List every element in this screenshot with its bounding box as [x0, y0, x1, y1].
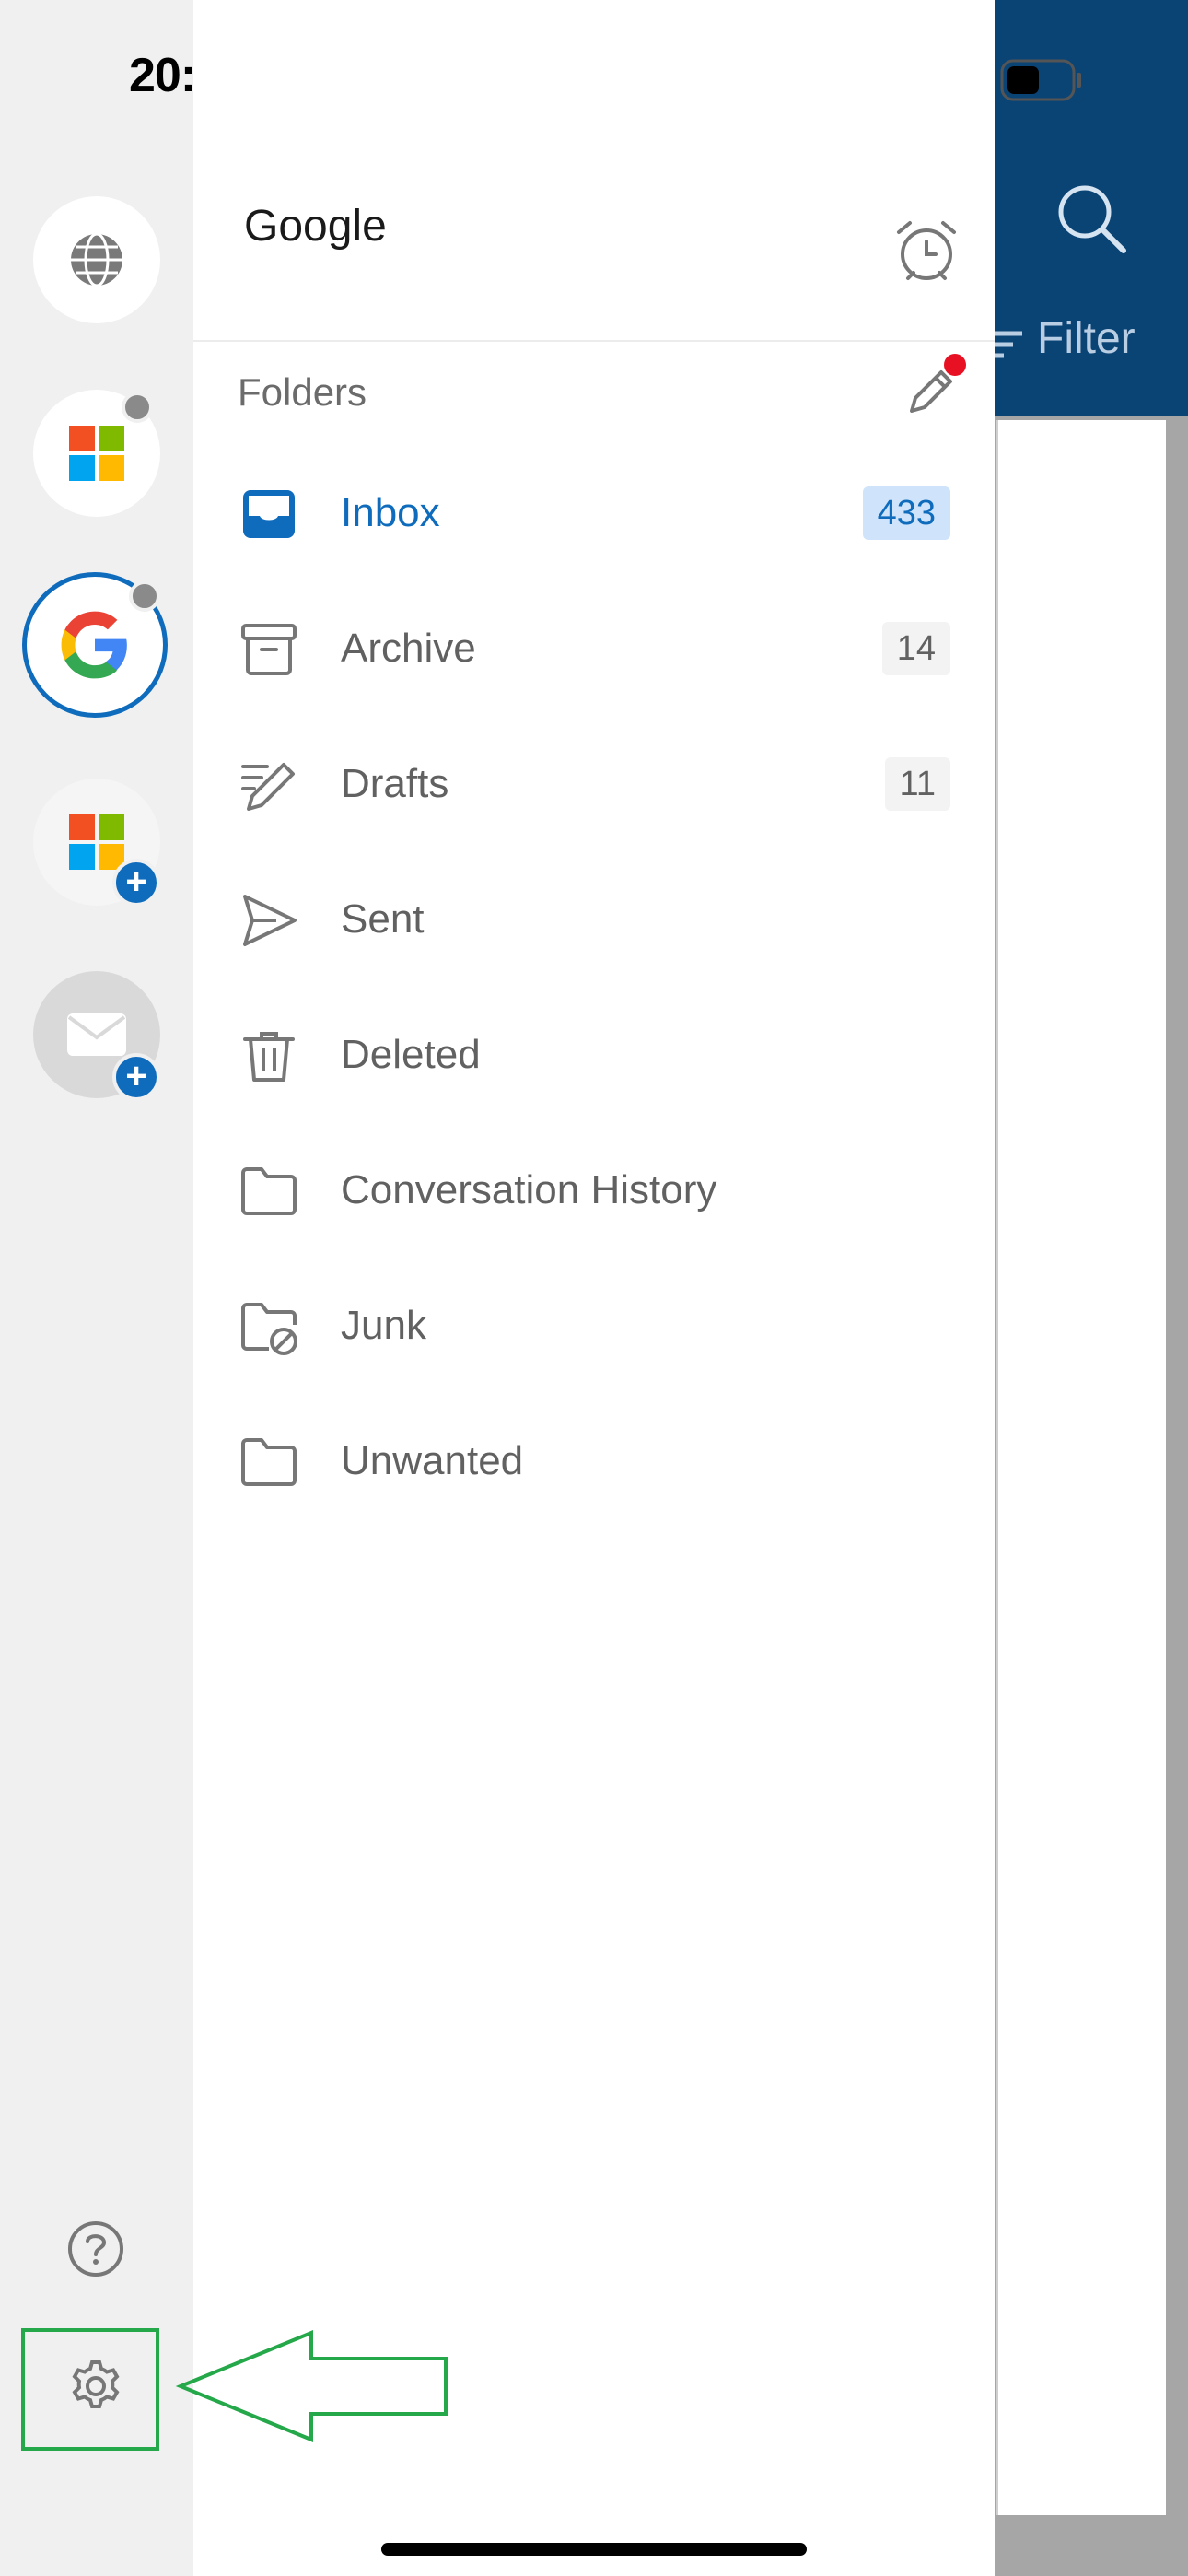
- filter-button[interactable]: Filter: [1037, 313, 1136, 364]
- google-logo: [61, 611, 127, 679]
- search-icon[interactable]: [1057, 184, 1127, 254]
- unread-dot: [129, 580, 160, 612]
- highlight-box: [21, 2328, 159, 2451]
- inbox-icon: [243, 490, 295, 538]
- add-badge: +: [112, 1053, 160, 1101]
- notification-dot: [944, 354, 966, 376]
- all-accounts-button[interactable]: [33, 196, 160, 323]
- account-name: Google: [244, 202, 387, 251]
- microsoft-logo: [69, 426, 124, 481]
- annotation-arrow: [175, 2330, 448, 2442]
- microsoft-logo: [69, 814, 124, 870]
- folders-section-label: Folders: [238, 370, 367, 414]
- mail-list: [996, 420, 1166, 2515]
- home-indicator[interactable]: [381, 2543, 807, 2556]
- unread-count: 11: [884, 757, 950, 811]
- folder-label: Junk: [341, 1303, 426, 1348]
- mail-list-background: Filter: [995, 0, 1188, 2576]
- sent-icon: [243, 895, 297, 946]
- folder-label: Deleted: [341, 1032, 481, 1077]
- folder-archive[interactable]: Archive 14: [193, 585, 995, 714]
- folder-icon: [241, 1438, 297, 1486]
- folder-label: Archive: [341, 626, 476, 671]
- help-icon[interactable]: [66, 2219, 125, 2278]
- folder-junk[interactable]: Junk: [193, 1262, 995, 1391]
- folder-unwanted[interactable]: Unwanted: [193, 1398, 995, 1527]
- folder-label: Conversation History: [341, 1167, 717, 1212]
- alarm-clock-icon[interactable]: [891, 216, 961, 286]
- add-badge: +: [112, 859, 160, 907]
- folder-drafts[interactable]: Drafts 11: [193, 720, 995, 849]
- junk-folder-icon: [241, 1303, 297, 1355]
- folder-label: Inbox: [341, 490, 440, 535]
- folder-icon: [241, 1167, 297, 1215]
- folder-conversation-history[interactable]: Conversation History: [193, 1127, 995, 1256]
- folder-sent[interactable]: Sent: [193, 856, 995, 985]
- folder-inbox[interactable]: Inbox 433: [193, 450, 995, 579]
- battery-icon: [1000, 59, 1081, 101]
- mail-icon: [67, 1013, 126, 1056]
- folder-label: Drafts: [341, 761, 449, 806]
- unread-count: 433: [862, 486, 950, 540]
- header-divider: [193, 340, 995, 342]
- trash-icon: [243, 1032, 295, 1082]
- folder-label: Unwanted: [341, 1438, 524, 1483]
- unread-dot: [122, 392, 153, 423]
- folder-label: Sent: [341, 896, 425, 942]
- account-rail: [0, 0, 193, 2576]
- unread-count: 14: [881, 622, 950, 675]
- folder-deleted[interactable]: Deleted: [193, 991, 995, 1120]
- archive-icon: [241, 624, 297, 675]
- globe-icon: [71, 232, 122, 287]
- drafts-icon: [241, 763, 295, 811]
- filter-icon: [995, 331, 1022, 358]
